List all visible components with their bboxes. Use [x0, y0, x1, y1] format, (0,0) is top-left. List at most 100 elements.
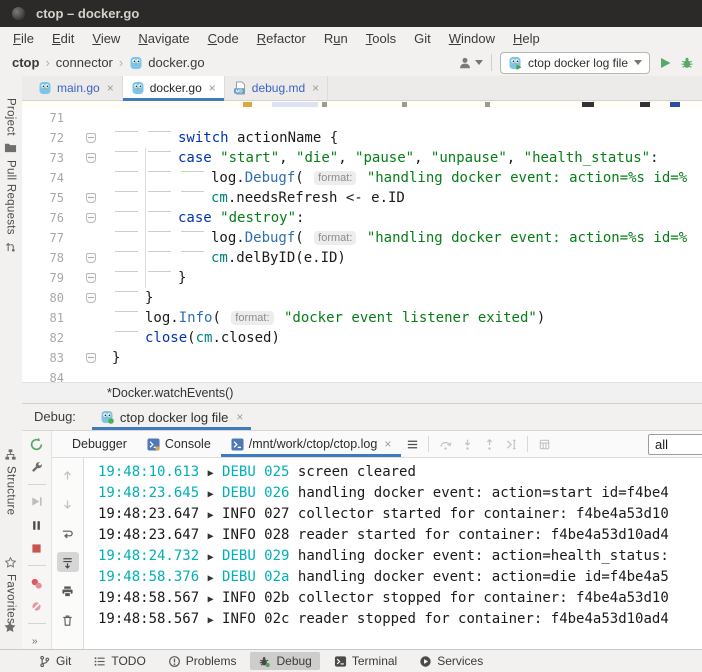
step-into-button[interactable] [456, 434, 478, 454]
code-line-75[interactable]: 75 cm.needsRefresh <- e.ID [22, 188, 702, 208]
line-number[interactable]: 77 [22, 228, 64, 248]
code-text[interactable]: log.Debugf( format: "handling docker eve… [112, 168, 702, 188]
fold-marker-icon[interactable] [86, 213, 96, 223]
mute-breakpoints-button[interactable] [26, 598, 48, 614]
fold-marker-icon[interactable] [86, 193, 96, 203]
debug-view-tab--mnt-work-ctop-ctop-log[interactable]: /mnt/work/ctop/ctop.log× [221, 431, 402, 457]
menu-refactor[interactable]: Refactor [248, 29, 315, 48]
statusbar-item-terminal[interactable]: Terminal [326, 652, 405, 670]
evaluate-expression-button[interactable] [533, 434, 555, 454]
menu-navigate[interactable]: Navigate [129, 29, 198, 48]
rerun-debugger-button[interactable] [26, 436, 48, 452]
settings-button[interactable] [26, 459, 48, 475]
line-number[interactable]: 78 [22, 248, 64, 268]
menu-run[interactable]: Run [315, 29, 357, 48]
run-button[interactable] [658, 56, 672, 70]
line-number[interactable]: 71 [22, 108, 64, 128]
log-line-02a[interactable]: 19:48:58.376 ▶ DEBU 02a handling docker … [98, 567, 702, 588]
more-actions-button[interactable]: » [26, 633, 48, 649]
menu-git[interactable]: Git [405, 29, 440, 48]
menu-tools[interactable]: Tools [357, 29, 405, 48]
debug-view-tab-debugger[interactable]: Debugger [62, 431, 137, 457]
run-configuration-select[interactable]: ctop docker log file [500, 52, 650, 74]
editor-tab-docker.go[interactable]: docker.go× [123, 76, 225, 100]
fold-marker-icon[interactable] [86, 353, 96, 363]
code-text[interactable]: } [112, 348, 702, 368]
stop-process-button[interactable] [26, 540, 48, 556]
menu-code[interactable]: Code [199, 29, 248, 48]
clear-all-button[interactable] [57, 610, 79, 630]
code-line-80[interactable]: 80} [22, 288, 702, 308]
code-line-74[interactable]: 74 log.Debugf( format: "handling docker e… [22, 168, 702, 188]
line-number[interactable]: 74 [22, 168, 64, 188]
code-line-76[interactable]: 76 case "destroy": [22, 208, 702, 228]
statusbar-item-debug[interactable]: Debug [250, 652, 319, 670]
vcs-user-button[interactable] [458, 56, 483, 70]
menu-help[interactable]: Help [504, 29, 549, 48]
code-line-73[interactable]: 73case "start", "die", "pause", "unpause… [22, 148, 702, 168]
bookmarks-stripe-button[interactable] [3, 620, 17, 639]
code-text[interactable]: case "destroy": [112, 208, 702, 228]
code-text[interactable]: cm.needsRefresh <- e.ID [112, 188, 702, 208]
close-icon[interactable]: × [312, 81, 319, 95]
log-line-026[interactable]: 19:48:23.645 ▶ DEBU 026 handling docker … [98, 483, 702, 504]
code-text[interactable]: switch actionName { [112, 128, 702, 148]
debug-view-tab-console[interactable]: Console [137, 431, 221, 457]
code-text[interactable]: } [112, 288, 702, 308]
code-line-77[interactable]: 77 log.Debugf( format: "handling docker e… [22, 228, 702, 248]
menu-edit[interactable]: Edit [43, 29, 83, 48]
debug-button[interactable] [680, 56, 694, 70]
line-number[interactable]: 81 [22, 308, 64, 328]
fold-marker-icon[interactable] [86, 133, 96, 143]
console-log-output[interactable]: 19:48:10.613 ▶ DEBU 025 screen cleared19… [84, 458, 702, 649]
step-out-button[interactable] [478, 434, 500, 454]
tool-stripe-pull-requests[interactable]: Pull Requests [0, 160, 21, 253]
close-icon[interactable]: × [107, 81, 114, 95]
code-line-71[interactable]: 71 [22, 108, 702, 128]
code-text[interactable]: log.Debugf( format: "handling docker eve… [112, 228, 702, 248]
code-text[interactable]: } [112, 268, 702, 288]
log-line-029[interactable]: 19:48:24.732 ▶ DEBU 029 handling docker … [98, 546, 702, 567]
editor-tab-main.go[interactable]: main.go× [30, 76, 123, 100]
line-number[interactable]: 76 [22, 208, 64, 228]
line-number[interactable]: 75 [22, 188, 64, 208]
step-over-button[interactable] [434, 434, 456, 454]
menu-file[interactable]: File [4, 29, 43, 48]
tool-stripe-structure[interactable]: Structure [0, 448, 21, 515]
line-number[interactable]: 82 [22, 328, 64, 348]
line-number[interactable]: 84 [22, 368, 64, 382]
code-line-82[interactable]: 82close(cm.closed) [22, 328, 702, 348]
scroll-to-end-button[interactable] [57, 552, 79, 572]
code-text[interactable] [112, 108, 702, 128]
resume-program-button[interactable] [26, 494, 48, 510]
menu-window[interactable]: Window [440, 29, 504, 48]
print-button[interactable] [57, 581, 79, 601]
code-text[interactable]: log.Info( format: "docker event listener… [112, 308, 702, 328]
code-line-72[interactable]: 72 switch actionName { [22, 128, 702, 148]
code-line-78[interactable]: 78 cm.delByID(e.ID) [22, 248, 702, 268]
next-occurrence-button[interactable] [57, 494, 79, 514]
breadcrumb-item-connector[interactable]: connector [56, 55, 113, 70]
code-text[interactable]: case "start", "die", "pause", "unpause",… [112, 148, 702, 168]
line-number[interactable]: 72 [22, 128, 64, 148]
code-text[interactable]: cm.delByID(e.ID) [112, 248, 702, 268]
debug-session-tab[interactable]: ctop docker log file × [92, 404, 251, 430]
title-bar[interactable]: ctop – docker.go [0, 0, 702, 27]
run-to-cursor-button[interactable] [500, 434, 522, 454]
prev-occurrence-button[interactable] [57, 465, 79, 485]
breadcrumb-item-docker-go[interactable]: docker.go [129, 55, 204, 70]
fold-marker-icon[interactable] [86, 153, 96, 163]
log-line-027[interactable]: 19:48:23.647 ▶ INFO 027 collector starte… [98, 504, 702, 525]
editor-tab-debug.md[interactable]: MDdebug.md× [225, 76, 328, 100]
log-line-025[interactable]: 19:48:10.613 ▶ DEBU 025 screen cleared [98, 462, 702, 483]
breadcrumb-context-bar[interactable]: *Docker.watchEvents() [22, 382, 702, 404]
line-number[interactable]: 79 [22, 268, 64, 288]
line-number[interactable]: 83 [22, 348, 64, 368]
statusbar-item-services[interactable]: Services [411, 652, 491, 670]
log-line-02c[interactable]: 19:48:58.567 ▶ INFO 02c reader stopped f… [98, 609, 702, 630]
soft-wrap-button[interactable] [57, 523, 79, 543]
tool-stripe-favorites[interactable]: Favorites [0, 556, 21, 624]
code-line-84[interactable]: 84 [22, 368, 702, 382]
close-icon[interactable]: × [209, 81, 216, 95]
layout-settings-button[interactable] [401, 434, 423, 454]
